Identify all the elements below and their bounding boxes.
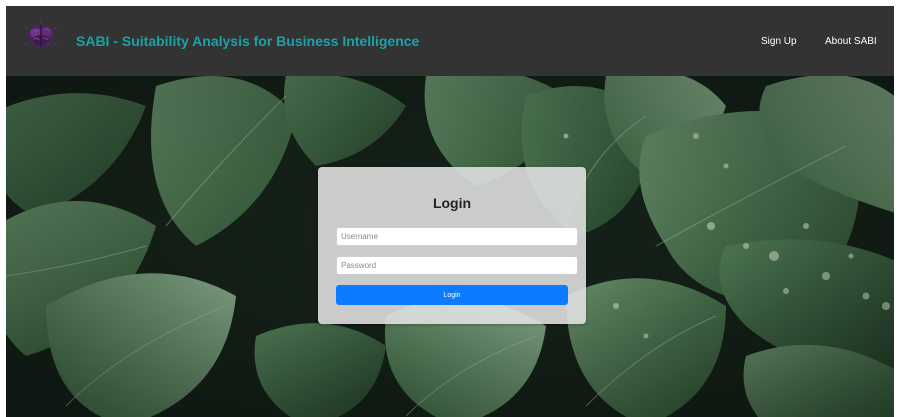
login-button[interactable]: Login	[336, 285, 568, 305]
nav-link-sign-up[interactable]: Sign Up	[761, 36, 797, 47]
brain-icon[interactable]	[24, 19, 58, 53]
brand-title[interactable]: SABI - Suitability Analysis for Business…	[76, 33, 419, 49]
app-frame: SABI - Suitability Analysis for Business…	[6, 6, 894, 417]
login-card: Login Login	[318, 167, 586, 324]
nav-link-about-sabi[interactable]: About SABI	[825, 36, 877, 47]
password-input[interactable]	[336, 256, 578, 275]
login-title: Login	[432, 195, 472, 211]
navbar: SABI - Suitability Analysis for Business…	[6, 6, 894, 76]
username-input[interactable]	[336, 227, 578, 246]
